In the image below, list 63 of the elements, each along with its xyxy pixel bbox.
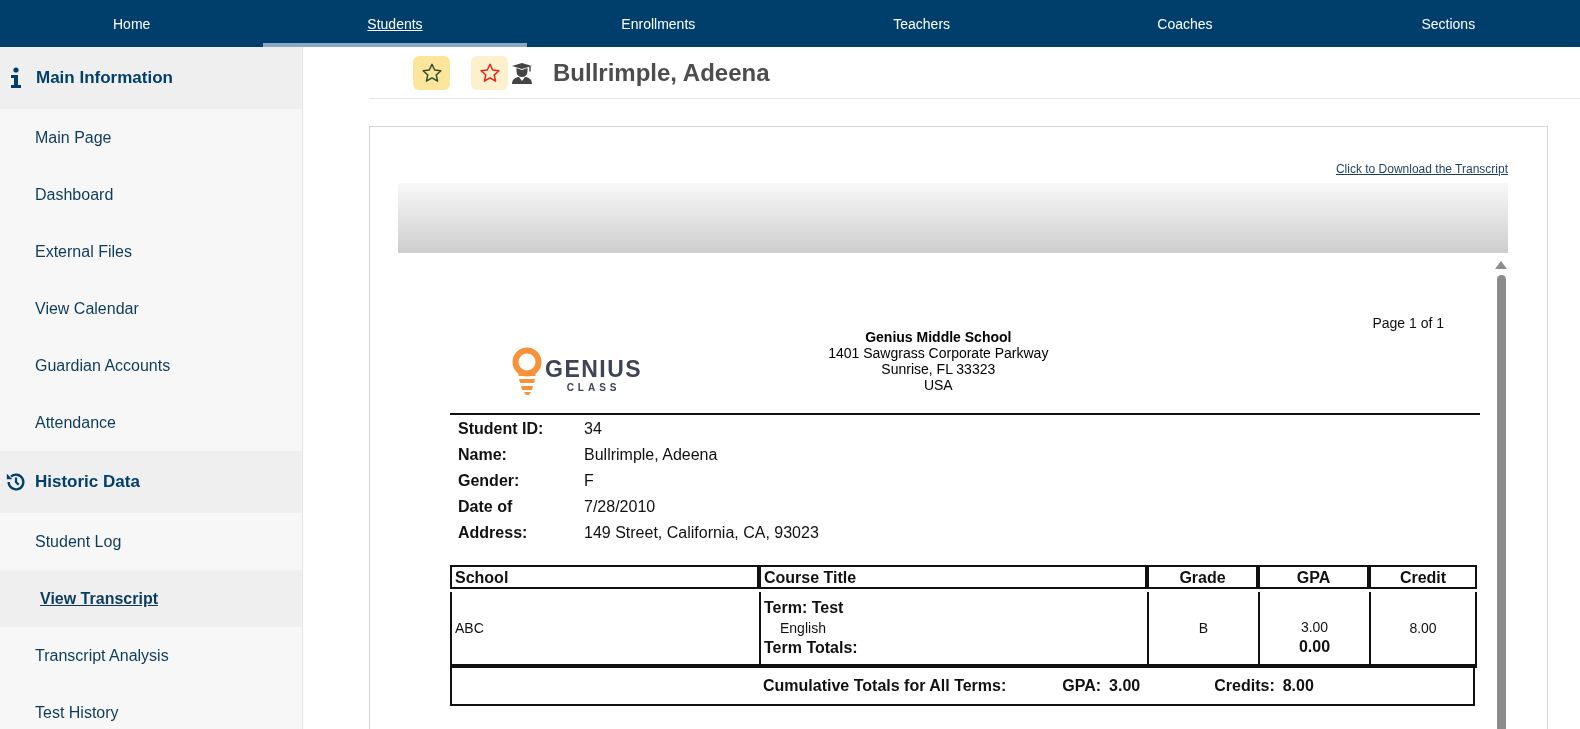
star-icon [478,61,501,84]
term-totals-label: Term Totals: [764,639,859,657]
table-cell: 3.00 [1300,619,1329,635]
school-address-line: Sunrise, FL 33323 [880,361,997,377]
column-header: Grade [1147,565,1258,589]
info-value: 34 [584,419,603,439]
school-address-line: USA [922,377,954,393]
info-value: 149 Street, California, CA, 93023 [584,523,820,543]
cumulative-credits: 8.00 [1282,677,1314,695]
sidebar-item[interactable]: Dashboard [0,166,302,223]
history-icon [5,471,27,493]
info-value: F [584,471,595,491]
sidebar-item[interactable]: Guardian Accounts [0,337,302,394]
column-header: GPA [1258,565,1369,589]
section-title: Main Information [36,68,173,88]
page-number: Page 1 of 1 [1372,315,1444,331]
logo-subtitle: CLASS [566,381,621,394]
section-title: Historic Data [35,472,140,492]
star-button[interactable] [471,55,508,90]
student-name-heading: Bullrimple, Adeena [553,58,770,87]
sidebar-item[interactable]: Student Log [0,513,302,570]
term-totals-gpa: 0.00 [1298,638,1331,656]
school-address-line: 1401 Sawgrass Corporate Parkway [828,345,1049,361]
sidebar-item[interactable]: Attendance [0,394,302,451]
star-icon [420,61,443,84]
download-transcript-link[interactable]: Click to Download the Transcript [1335,162,1508,183]
cumulative-totals-label: Cumulative Totals for All Terms: [763,677,1007,695]
table-cell-text: English [779,620,827,636]
nav-tab[interactable]: Coaches [1053,0,1317,47]
column-header: Credit [1369,565,1477,589]
sidebar-item[interactable]: Main Page [0,109,302,166]
info-icon [10,67,22,89]
column-header: Course Title [759,565,1147,589]
nav-tab[interactable]: Home [0,0,264,47]
info-label: Date of [458,497,514,517]
school-name: Genius Middle School [864,329,1013,345]
info-value: 7/28/2010 [584,497,657,517]
lightbulb-logo-icon [512,347,542,397]
credits-label: Credits: [1214,677,1275,695]
column-header: School [450,565,759,589]
cumulative-gpa: 3.00 [1109,677,1141,695]
info-label: Student ID: [458,419,545,439]
info-label: Name: [458,445,508,465]
sidebar-item[interactable]: View Calendar [0,280,302,337]
table-cell: ABC [455,620,484,636]
table-cell: 8.00 [1409,620,1437,636]
table-cell: B [1198,620,1209,636]
nav-tab[interactable]: Enrollments [526,0,790,47]
scroll-up-arrow-icon[interactable] [1495,261,1507,269]
info-value: Bullrimple, Adeena [584,445,719,465]
sidebar-item[interactable]: Transcript Analysis [0,627,302,684]
term-label: Term: Test [764,599,845,617]
sidebar-item[interactable]: Test History [0,684,302,729]
info-label: Address: [458,523,529,543]
scrollbar-thumb[interactable] [1496,275,1506,729]
favorite-star-button[interactable] [413,55,450,90]
sidebar-item[interactable]: External Files [0,223,302,280]
sidebar-item[interactable]: View Transcript [0,570,302,627]
gpa-label: GPA: [1062,677,1102,695]
nav-tab[interactable]: Teachers [790,0,1054,47]
logo-wordmark: GENIUS [545,357,643,381]
nav-tab[interactable]: Sections [1316,0,1580,47]
info-label: Gender: [458,471,521,491]
